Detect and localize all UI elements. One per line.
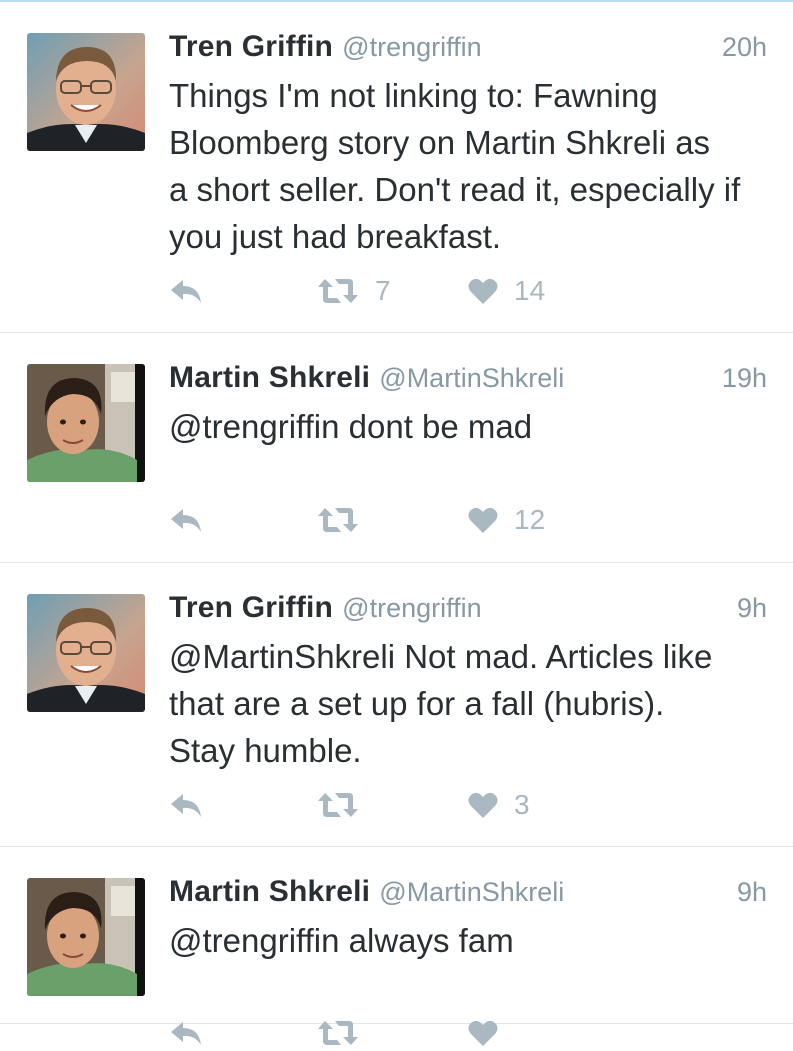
heart-icon	[468, 1020, 498, 1046]
author-handle[interactable]: @trengriffin	[342, 32, 481, 62]
tweet-item[interactable]: Martin Shkreli @MartinShkreli 19h @treng…	[0, 333, 793, 563]
retweet-button[interactable]	[317, 502, 375, 538]
retweet-icon	[318, 279, 358, 303]
tweet-actions: 3	[169, 787, 769, 823]
tweet-timestamp[interactable]: 20h	[722, 32, 767, 63]
avatar[interactable]	[27, 33, 145, 151]
retweet-button[interactable]	[317, 787, 375, 823]
retweet-icon	[318, 508, 358, 532]
author-name[interactable]: Tren Griffin	[169, 591, 333, 624]
retweet-button[interactable]: 7	[317, 273, 391, 309]
tweet-item[interactable]: Martin Shkreli @MartinShkreli 9h @trengr…	[0, 847, 793, 1046]
retweet-icon	[318, 793, 358, 817]
avatar[interactable]	[27, 364, 145, 482]
reply-button[interactable]	[169, 787, 203, 823]
like-count: 14	[514, 275, 546, 306]
tweet-text: @trengriffin always fam	[169, 922, 514, 959]
heart-icon	[468, 507, 498, 533]
author-handle[interactable]: @MartinShkreli	[379, 363, 564, 393]
reply-icon	[171, 794, 201, 817]
tweet-text: @MartinShkreli Not mad. Articles like th…	[169, 638, 713, 769]
author-handle[interactable]: @trengriffin	[342, 593, 481, 623]
tweet-timestamp[interactable]: 9h	[737, 877, 767, 908]
like-button[interactable]: 14	[468, 273, 545, 309]
retweet-count: 7	[375, 275, 391, 306]
avatar[interactable]	[27, 878, 145, 996]
tweet-actions: 12	[169, 502, 769, 538]
tren-griffin-avatar-image	[27, 33, 145, 151]
tweet-timestamp[interactable]: 19h	[722, 363, 767, 394]
retweet-icon	[318, 1021, 358, 1045]
like-button[interactable]: 3	[468, 787, 530, 823]
tren-griffin-avatar-image	[27, 594, 145, 712]
like-count: 3	[514, 789, 530, 820]
tweet-item[interactable]: Tren Griffin @trengriffin 20h Things I'm…	[0, 2, 793, 333]
retweet-button[interactable]	[317, 1015, 359, 1051]
reply-button[interactable]	[169, 502, 203, 538]
reply-icon	[171, 280, 201, 303]
author-handle[interactable]: @MartinShkreli	[379, 877, 564, 907]
martin-shkreli-avatar-image	[27, 364, 145, 482]
martin-shkreli-avatar-image	[27, 878, 145, 996]
tweet-text: @trengriffin dont be mad	[169, 408, 533, 445]
like-count: 12	[514, 504, 546, 535]
tweet-timestamp[interactable]: 9h	[737, 593, 767, 624]
reply-icon	[171, 1022, 201, 1045]
tweet-item[interactable]: Tren Griffin @trengriffin 9h @MartinShkr…	[0, 563, 793, 847]
like-button[interactable]: 12	[468, 502, 545, 538]
tweet-actions	[169, 1015, 769, 1051]
author-name[interactable]: Martin Shkreli	[169, 361, 370, 394]
reply-button[interactable]	[169, 1015, 203, 1051]
heart-icon	[468, 278, 498, 304]
tweet-header: Martin Shkreli @MartinShkreli	[169, 361, 769, 401]
tweet-header: Martin Shkreli @MartinShkreli	[169, 875, 769, 915]
avatar[interactable]	[27, 594, 145, 712]
heart-icon	[468, 792, 498, 818]
tweet-header: Tren Griffin @trengriffin	[169, 30, 769, 70]
tweet-actions: 7 14	[169, 273, 769, 309]
tweet-header: Tren Griffin @trengriffin	[169, 591, 769, 631]
like-button[interactable]	[468, 1015, 498, 1051]
reply-icon	[171, 509, 201, 532]
reply-button[interactable]	[169, 273, 203, 309]
tweet-text: Things I'm not linking to: Fawning Bloom…	[169, 77, 741, 255]
author-name[interactable]: Tren Griffin	[169, 30, 333, 63]
author-name[interactable]: Martin Shkreli	[169, 875, 370, 908]
